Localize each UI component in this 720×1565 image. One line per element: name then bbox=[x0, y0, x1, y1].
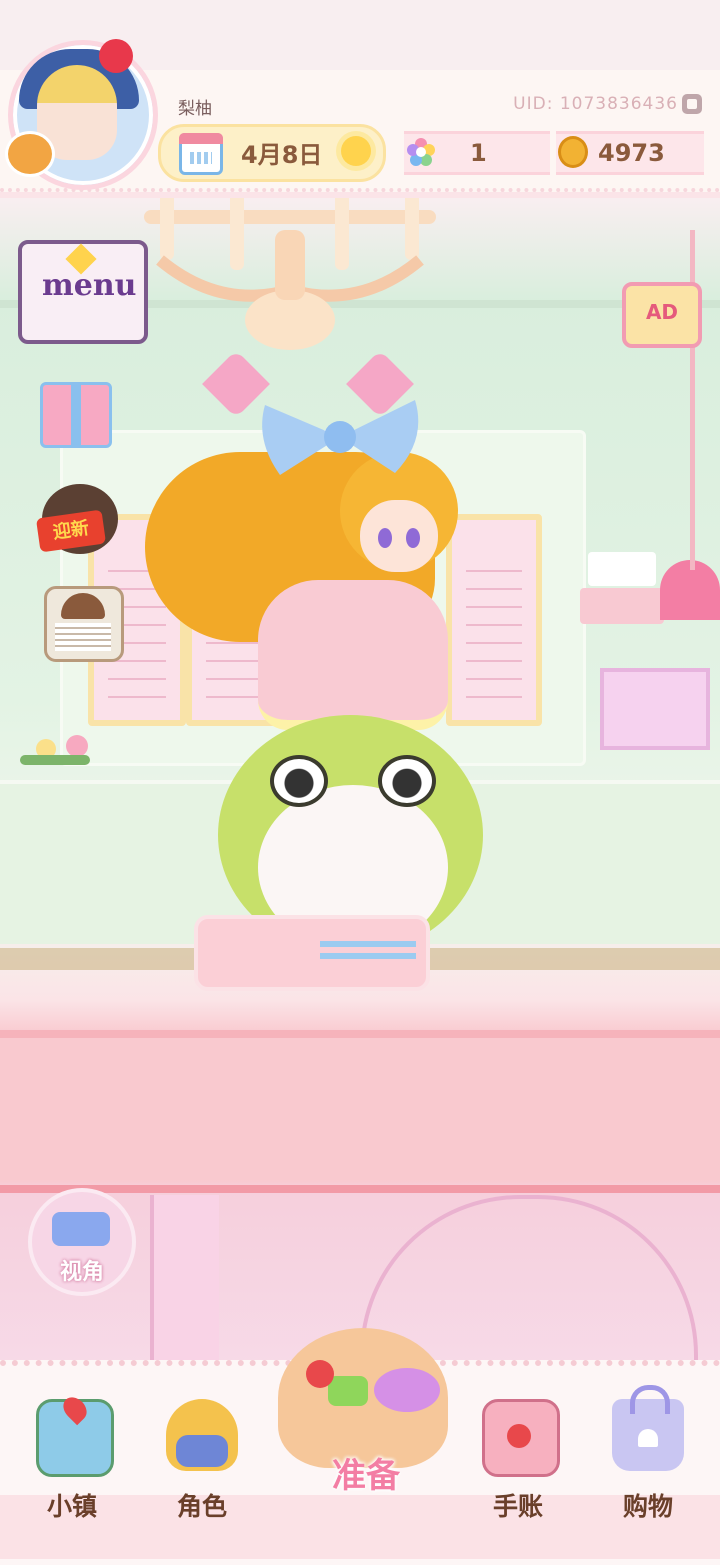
nav-character[interactable]: 角色 bbox=[142, 1385, 262, 1535]
date-display: 4月8日 bbox=[158, 124, 386, 182]
shopping-bag-icon bbox=[612, 1385, 684, 1471]
menu-button[interactable]: menu bbox=[18, 240, 148, 344]
shelf-box-white bbox=[588, 552, 656, 586]
journal-icon bbox=[482, 1399, 560, 1477]
nav-town-label: 小镇 bbox=[46, 1492, 97, 1521]
video-camera-icon bbox=[52, 1212, 110, 1246]
ad-button[interactable]: AD bbox=[622, 282, 702, 348]
player-uid: UID: 1073836436 bbox=[513, 94, 678, 114]
gem-counter[interactable]: 1 bbox=[404, 131, 550, 175]
nav-journal[interactable]: 手账 bbox=[458, 1385, 578, 1535]
rose-icon bbox=[99, 39, 133, 73]
nav-prepare-label[interactable]: 准备 bbox=[296, 1448, 436, 1497]
pink-bench bbox=[194, 915, 430, 991]
player-name: 梨柚 bbox=[178, 99, 212, 119]
puppy-icon bbox=[5, 131, 55, 177]
camera-view-button[interactable]: 视角 bbox=[28, 1188, 136, 1296]
lamp-cord bbox=[690, 230, 695, 570]
nav-shop-label: 购物 bbox=[622, 1492, 673, 1521]
character-icon bbox=[166, 1399, 238, 1471]
copy-icon[interactable] bbox=[682, 94, 702, 114]
stage-edge-lower bbox=[0, 1185, 720, 1193]
welcome-event-button[interactable]: 迎新 bbox=[35, 484, 118, 554]
welcome-event-label: 迎新 bbox=[35, 509, 107, 553]
wall-picture bbox=[600, 668, 710, 750]
calendar-icon bbox=[179, 133, 223, 175]
coin-icon bbox=[558, 136, 588, 168]
nav-shop[interactable]: 购物 bbox=[588, 1385, 708, 1535]
character-dress bbox=[258, 580, 448, 730]
coin-count: 4973 bbox=[598, 139, 665, 167]
camera-view-label: 视角 bbox=[59, 1260, 104, 1285]
gift-button[interactable] bbox=[40, 382, 112, 448]
newspaper-icon bbox=[55, 623, 111, 651]
gift-icon bbox=[71, 385, 81, 445]
gem-count: 1 bbox=[470, 139, 487, 167]
arch-pillar bbox=[150, 1195, 219, 1365]
menu-board-right bbox=[446, 514, 542, 726]
coin-counter[interactable]: 4973 bbox=[556, 131, 704, 175]
rainbow-flower-icon bbox=[407, 138, 435, 166]
nav-journal-label: 手账 bbox=[492, 1492, 543, 1521]
detective-hat-icon bbox=[61, 593, 105, 619]
menu-label: menu bbox=[42, 268, 137, 303]
shelf-box bbox=[580, 588, 664, 624]
character-bow bbox=[262, 400, 419, 475]
sun-icon bbox=[341, 136, 371, 166]
chandelier bbox=[144, 190, 436, 350]
flower-vine bbox=[0, 735, 120, 785]
character-face bbox=[360, 500, 438, 572]
basket-icon[interactable] bbox=[278, 1328, 448, 1468]
player-avatar[interactable] bbox=[5, 39, 158, 190]
nav-town[interactable]: 小镇 bbox=[12, 1385, 132, 1535]
nav-character-label: 角色 bbox=[176, 1492, 227, 1521]
newspaper-button[interactable] bbox=[44, 586, 124, 662]
ad-label: AD bbox=[645, 300, 679, 324]
date-text: 4月8日 bbox=[241, 141, 323, 169]
map-icon bbox=[36, 1392, 114, 1477]
stage-edge bbox=[0, 1030, 720, 1038]
